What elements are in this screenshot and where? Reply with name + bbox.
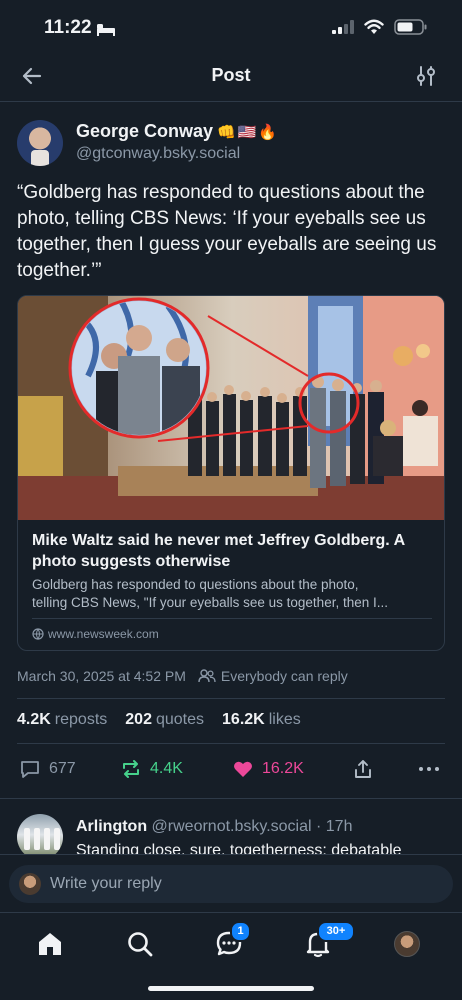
home-icon (39, 933, 61, 955)
reply-author-name[interactable]: Arlington (76, 818, 147, 835)
reply-input[interactable]: Write your reply (9, 865, 453, 903)
page-title: Post (211, 65, 251, 85)
author-name-row[interactable]: George Conway 👊🇺🇸🔥 (76, 121, 279, 142)
quotes-count-link[interactable]: 202 quotes (125, 711, 204, 729)
author-name[interactable]: George Conway (76, 121, 213, 141)
divider (17, 743, 445, 744)
status-time: 11:22 (44, 17, 92, 38)
reposts-count-link[interactable]: 4.2K reposts (17, 711, 107, 729)
post-author[interactable]: George Conway 👊🇺🇸🔥 @gtconway.bsky.social (17, 118, 447, 168)
link-card-description: Goldberg has responded to questions abou… (32, 576, 432, 612)
messages-badge: 1 (230, 921, 251, 942)
repost-count: 4.4K (150, 760, 183, 777)
reply-permission-label: Everybody can reply (220, 668, 348, 684)
search-icon (128, 932, 153, 957)
link-card-divider (32, 618, 432, 619)
link-card-domain-row: www.newsweek.com (32, 627, 159, 641)
globe-icon (32, 628, 44, 640)
link-card-domain: www.newsweek.com (48, 627, 159, 641)
top-nav-bar: Post (0, 52, 462, 102)
link-card-description-line: telling CBS News, "If your eyeballs see … (32, 595, 388, 610)
reply-post[interactable]: Arlington @rweornot.bsky.social · 17h St… (17, 812, 447, 854)
link-card-description-line: Goldberg has responded to questions abou… (32, 577, 359, 592)
reposts-count: 4.2K (17, 711, 51, 728)
likes-count-link[interactable]: 16.2K likes (222, 711, 301, 729)
tab-search[interactable] (125, 929, 155, 959)
post-timestamp: March 30, 2025 at 4:52 PM (17, 668, 186, 684)
reply-author-handle[interactable]: @rweornot.bsky.social (152, 818, 312, 835)
more-options-button[interactable] (417, 758, 441, 780)
engagement-counts: 4.2K reposts 202 quotes 16.2K likes (17, 711, 301, 729)
tab-profile[interactable] (392, 929, 422, 959)
author-avatar[interactable] (17, 120, 63, 166)
link-card-headline: Mike Waltz said he never met Jeffrey Gol… (32, 532, 405, 570)
profile-avatar (394, 931, 420, 957)
thread-divider (0, 798, 462, 799)
post-actions: 677 4.4K 16.2K (17, 758, 445, 784)
likes-label: likes (268, 711, 301, 728)
reply-age: · 17h (316, 818, 353, 835)
reply-button[interactable]: 677 (19, 758, 76, 780)
repost-icon (123, 760, 139, 778)
like-count: 16.2K (262, 760, 304, 777)
people-icon (198, 669, 216, 683)
share-button[interactable] (352, 758, 374, 780)
home-indicator (148, 986, 314, 991)
user-avatar (19, 873, 41, 895)
reply-author-avatar[interactable] (17, 814, 63, 854)
more-icon (419, 767, 439, 771)
tab-home[interactable] (35, 929, 65, 959)
cell-signal-icon (332, 20, 354, 34)
filter-icon[interactable] (414, 64, 438, 88)
author-handle[interactable]: @gtconway.bsky.social (76, 145, 240, 163)
wifi-icon (364, 19, 384, 34)
reply-icon (21, 761, 39, 778)
status-bar: 11:22 (0, 0, 462, 52)
reply-input-placeholder: Write your reply (50, 875, 162, 892)
reply-author-row[interactable]: Arlington @rweornot.bsky.social · 17h (76, 818, 352, 836)
share-icon (355, 760, 371, 778)
like-button[interactable]: 16.2K (232, 758, 304, 780)
reply-composer-bar: Write your reply (0, 854, 462, 912)
tab-notifications[interactable]: 30+ (303, 921, 355, 959)
tab-messages[interactable]: 1 (214, 921, 251, 959)
post-text: “Goldberg has responded to questions abo… (17, 182, 437, 281)
reply-permission[interactable]: Everybody can reply (198, 668, 348, 684)
notifications-badge: 30+ (317, 921, 355, 942)
post-meta: March 30, 2025 at 4:52 PM Everybody can … (17, 668, 445, 684)
sleep-focus-icon (97, 24, 115, 36)
quotes-count: 202 (125, 711, 152, 728)
link-preview-card[interactable]: Mike Waltz said he never met Jeffrey Gol… (17, 295, 445, 651)
reply-text: Standing close, sure, togetherness; deba… (76, 842, 402, 854)
likes-count: 16.2K (222, 711, 265, 728)
link-preview-image (18, 296, 444, 520)
reply-count: 677 (49, 760, 76, 777)
heart-icon (234, 761, 252, 777)
repost-button[interactable]: 4.4K (120, 758, 183, 780)
divider (17, 698, 445, 699)
author-name-emoji: 👊🇺🇸🔥 (217, 124, 280, 141)
quotes-label: quotes (155, 711, 205, 728)
reposts-label: reposts (54, 711, 108, 728)
battery-icon (394, 19, 427, 35)
